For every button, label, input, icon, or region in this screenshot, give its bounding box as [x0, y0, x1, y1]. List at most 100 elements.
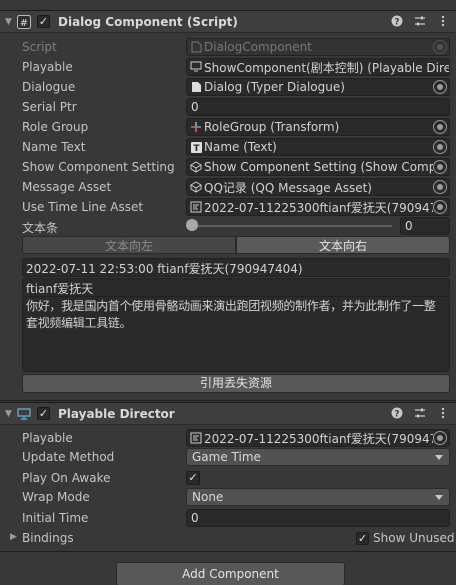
- text-count-slider-thumb[interactable]: [186, 219, 198, 231]
- use-time-line-asset-field[interactable]: 2022-07-11225300ftianf爱抚天(790947404: [186, 198, 450, 216]
- component-divider: [0, 551, 456, 552]
- component-divider: [0, 400, 456, 401]
- role-group-field[interactable]: RoleGroup (Transform): [186, 118, 450, 136]
- text-count-row: 文本条 0: [0, 216, 456, 236]
- text-count-slider-track[interactable]: [192, 225, 392, 227]
- role-group-row: Role Group RoleGroup (Transform): [0, 117, 456, 137]
- add-component-button[interactable]: Add Component: [116, 562, 345, 585]
- show-component-setting-value: Show Component Setting (Show Compon: [204, 160, 433, 174]
- playable-value: ShowComponent(剧本控制) (Playable Dire: [204, 60, 449, 75]
- message-body-field[interactable]: 你好，我是国内首个使用骨骼动画来演出跑团视频的制作者，并为此制作了一整套视频编辑…: [22, 296, 450, 372]
- message-sender-field[interactable]: ftianf爱抚天: [22, 278, 450, 297]
- svg-text:T: T: [193, 144, 200, 153]
- name-text-value: Name (Text): [204, 140, 277, 154]
- script-file-icon: [190, 81, 202, 93]
- foldout-arrow-icon[interactable]: ▶: [10, 532, 17, 542]
- show-unused-label: Show Unused: [373, 531, 455, 545]
- help-icon[interactable]: ?: [390, 406, 404, 420]
- show-component-setting-field[interactable]: Show Component Setting (Show Compon: [186, 158, 450, 176]
- svg-text:#: #: [20, 18, 28, 29]
- message-asset-label: Message Asset: [22, 180, 112, 194]
- text-count-input[interactable]: 0: [400, 217, 450, 235]
- foldout-arrow-icon[interactable]: ▼: [5, 17, 15, 27]
- presets-icon[interactable]: [413, 406, 427, 420]
- dialog-component-header[interactable]: ▼ # ✓ Dialog Component (Script) ?: [0, 10, 456, 33]
- director-playable-field[interactable]: 2022-07-11225300ftianf爱抚天(790947404: [186, 429, 450, 447]
- text-direction-tabs: 文本向左 文本向右: [22, 236, 450, 254]
- object-picker-icon[interactable]: [433, 120, 447, 134]
- svg-text:?: ?: [394, 410, 399, 420]
- initial-time-input[interactable]: 0: [186, 509, 450, 527]
- chevron-down-icon: [435, 454, 443, 460]
- use-time-line-asset-value: 2022-07-11225300ftianf爱抚天(790947404: [204, 200, 433, 215]
- role-group-label: Role Group: [22, 120, 89, 134]
- message-asset-field[interactable]: QQ记录 (QQ Message Asset): [186, 178, 450, 196]
- wrap-mode-dropdown[interactable]: None: [186, 488, 450, 506]
- presets-icon[interactable]: [413, 14, 427, 28]
- dialogue-label: Dialogue: [22, 80, 76, 94]
- more-icon[interactable]: [436, 14, 450, 28]
- tab-text-right[interactable]: 文本向右: [236, 236, 450, 254]
- show-component-setting-row: Show Component Setting Show Component Se…: [0, 157, 456, 177]
- svg-text:?: ?: [394, 18, 399, 28]
- bindings-label[interactable]: Bindings: [22, 531, 74, 545]
- update-method-dropdown[interactable]: Game Time: [186, 448, 450, 466]
- serial-ptr-label: Serial Ptr: [22, 100, 77, 114]
- timeline-asset-icon: [190, 432, 202, 444]
- object-picker-icon[interactable]: [433, 140, 447, 154]
- use-time-line-asset-row: Use Time Line Asset 2022-07-11225300ftia…: [0, 197, 456, 217]
- message-asset-value: QQ记录 (QQ Message Asset): [204, 180, 372, 195]
- show-unused-checkbox[interactable]: ✓: [356, 531, 369, 545]
- dialogue-field[interactable]: Dialog (Typer Dialogue): [186, 78, 450, 96]
- component-enabled-checkbox[interactable]: ✓: [37, 407, 50, 420]
- play-on-awake-checkbox[interactable]: ✓: [186, 471, 200, 485]
- director-playable-row: Playable 2022-07-11225300ftianf爱抚天(79094…: [0, 428, 456, 448]
- script-file-icon: [190, 41, 202, 53]
- play-on-awake-label: Play On Awake: [22, 471, 111, 485]
- wrap-mode-row: Wrap Mode None: [0, 487, 456, 507]
- missing-references-button[interactable]: 引用丢失资源: [22, 374, 450, 393]
- object-picker-icon[interactable]: [433, 180, 447, 194]
- component-title: Playable Director: [58, 406, 175, 421]
- foldout-arrow-icon[interactable]: ▼: [5, 409, 15, 419]
- text-count-label: 文本条: [22, 221, 59, 235]
- object-picker-icon[interactable]: [433, 160, 447, 174]
- playable-label: Playable: [22, 60, 73, 74]
- object-picker-icon[interactable]: [433, 80, 447, 94]
- script-label: Script: [22, 40, 57, 54]
- serial-ptr-value: 0: [191, 100, 199, 114]
- playable-director-icon: [17, 407, 31, 421]
- director-playable-label: Playable: [22, 431, 73, 445]
- playable-row: Playable ShowComponent(剧本控制) (Playable D…: [0, 57, 456, 77]
- object-picker-icon[interactable]: [433, 431, 447, 445]
- playable-director-header[interactable]: ▼ ✓ Playable Director ?: [0, 402, 456, 425]
- show-unused-toggle[interactable]: ✓ Show Unused: [356, 531, 454, 545]
- serial-ptr-input[interactable]: 0: [186, 98, 450, 116]
- component-enabled-checkbox[interactable]: ✓: [37, 15, 50, 28]
- message-asset-row: Message Asset QQ记录 (QQ Message Asset): [0, 177, 456, 197]
- tab-text-left[interactable]: 文本向左: [22, 236, 236, 254]
- text-component-icon: T: [190, 141, 202, 153]
- playable-director-icon: [190, 61, 202, 73]
- object-picker-icon: [433, 40, 447, 54]
- dialogue-row: Dialogue Dialog (Typer Dialogue): [0, 77, 456, 97]
- component-title: Dialog Component (Script): [58, 14, 238, 29]
- timeline-asset-icon: [190, 201, 202, 213]
- wrap-mode-value: None: [192, 490, 224, 504]
- message-header-field[interactable]: 2022-07-11 22:53:00 ftianf爱抚天(790947404): [22, 258, 450, 277]
- help-icon[interactable]: ?: [390, 14, 404, 28]
- initial-time-value: 0: [191, 511, 199, 525]
- dialogue-value: Dialog (Typer Dialogue): [204, 80, 345, 94]
- script-field: DialogComponent: [186, 38, 450, 56]
- update-method-value: Game Time: [192, 450, 261, 464]
- script-value: DialogComponent: [204, 40, 312, 54]
- name-text-field[interactable]: T Name (Text): [186, 138, 450, 156]
- more-icon[interactable]: [436, 406, 450, 420]
- director-playable-value: 2022-07-11225300ftianf爱抚天(790947404: [204, 431, 433, 446]
- serial-ptr-row: Serial Ptr 0: [0, 97, 456, 117]
- playable-field[interactable]: ShowComponent(剧本控制) (Playable Dire: [186, 58, 450, 76]
- object-picker-icon[interactable]: [433, 200, 447, 214]
- name-text-label: Name Text: [22, 140, 86, 154]
- bindings-row: ▶ Bindings ✓ Show Unused: [0, 528, 456, 548]
- scriptable-object-icon: [190, 161, 202, 173]
